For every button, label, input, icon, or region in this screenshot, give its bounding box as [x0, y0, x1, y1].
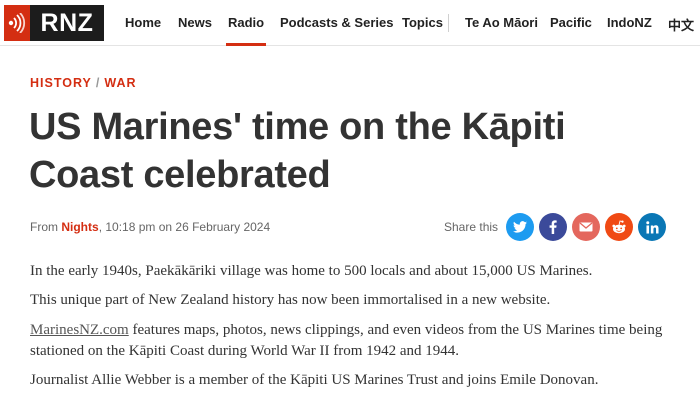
nav-divider	[448, 14, 449, 32]
nav-indonz[interactable]: IndoNZ	[607, 15, 652, 30]
share-bar: Share this	[444, 212, 671, 242]
publish-timestamp: , 10:18 pm on 26 February 2024	[98, 220, 271, 234]
breadcrumb-separator: /	[95, 76, 101, 90]
marinesnz-link[interactable]: MarinesNZ.com	[30, 322, 129, 338]
twitter-icon	[513, 221, 528, 233]
nav-te-ao-maori[interactable]: Te Ao Māori	[465, 15, 538, 30]
facebook-icon	[549, 220, 557, 234]
nav-podcasts-series[interactable]: Podcasts & Series	[280, 15, 393, 30]
twitter-share-button[interactable]	[506, 213, 535, 241]
byline-prefix: From	[30, 220, 62, 234]
article-title: US Marines' time on the Kāpiti Coast cel…	[29, 106, 566, 196]
nav-news[interactable]: News	[178, 15, 212, 30]
reddit-share-button[interactable]	[605, 213, 634, 241]
program-link[interactable]: Nights	[61, 220, 98, 234]
breadcrumb: HISTORY / WAR	[30, 76, 137, 90]
breadcrumb-war[interactable]: WAR	[104, 76, 136, 90]
breadcrumb-history[interactable]: HISTORY	[30, 76, 92, 90]
share-label: Share this	[444, 220, 499, 234]
nav-pacific[interactable]: Pacific	[550, 15, 592, 30]
rnz-logo[interactable]: RNZ	[4, 5, 104, 41]
nav-chinese[interactable]: 中文	[668, 15, 694, 34]
nav-topics[interactable]: Topics	[402, 15, 443, 30]
site-header: RNZ Home News Radio Podcasts & Series To…	[0, 0, 700, 46]
radio-waves-icon	[4, 5, 30, 41]
byline: From Nights, 10:18 pm on 26 February 202…	[30, 220, 270, 234]
email-share-button[interactable]	[572, 213, 601, 241]
nav-radio[interactable]: Radio	[225, 15, 267, 46]
article-paragraph: Journalist Allie Webber is a member of t…	[30, 372, 599, 388]
article-paragraph: In the early 1940s, Paekākāriki village …	[30, 263, 593, 279]
nav-home[interactable]: Home	[125, 15, 161, 30]
facebook-share-button[interactable]	[539, 213, 568, 241]
article-paragraph: This unique part of New Zealand history …	[30, 292, 551, 308]
email-icon	[579, 222, 593, 232]
reddit-icon	[612, 220, 626, 234]
logo-text: RNZ	[30, 5, 104, 41]
linkedin-icon	[645, 220, 659, 234]
linkedin-share-button[interactable]	[638, 213, 667, 241]
article-paragraph: MarinesNZ.com features maps, photos, new…	[30, 320, 670, 362]
